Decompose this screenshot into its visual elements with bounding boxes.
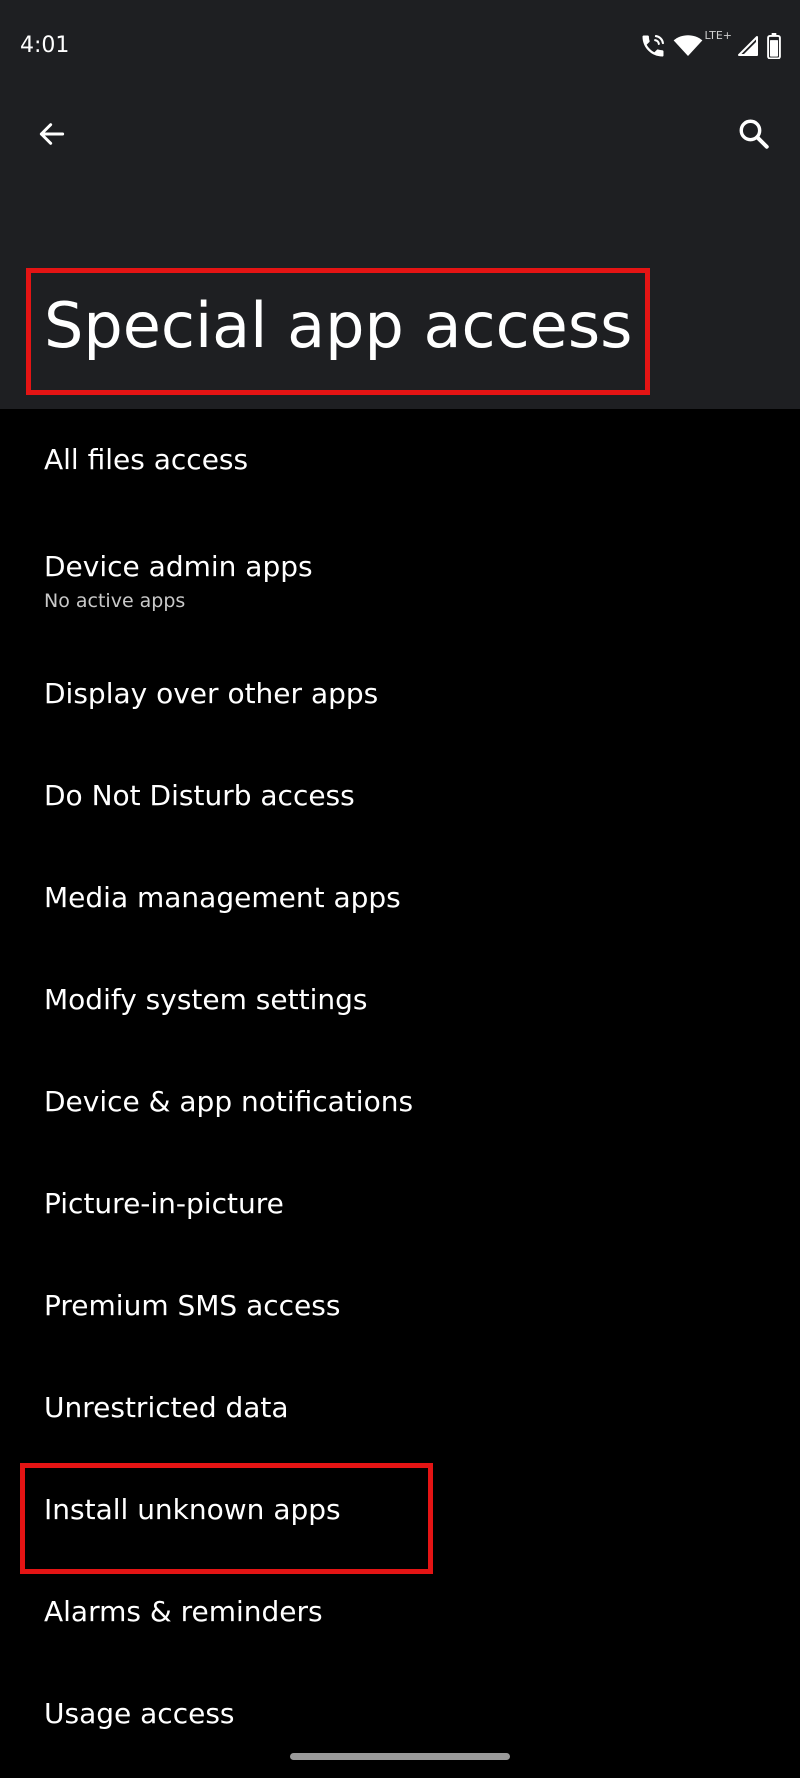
list-item-title: Alarms & reminders bbox=[44, 1595, 323, 1628]
list-item-title: Install unknown apps bbox=[44, 1493, 341, 1526]
list-item-media-management-apps[interactable]: Media management apps bbox=[0, 847, 800, 949]
list-item-title: Unrestricted data bbox=[44, 1391, 289, 1424]
battery-icon bbox=[767, 33, 781, 59]
list-item-title: Device & app notifications bbox=[44, 1085, 414, 1118]
wifi-calling-icon bbox=[642, 35, 664, 57]
list-item-title: All files access bbox=[44, 443, 249, 476]
list-item-unrestricted-data[interactable]: Unrestricted data bbox=[0, 1357, 800, 1459]
status-icons: LTE+ bbox=[633, 30, 783, 62]
gesture-nav-handle[interactable] bbox=[290, 1753, 510, 1760]
list-item-picture-in-picture[interactable]: Picture-in-picture bbox=[0, 1153, 800, 1255]
list-item-title: Device admin apps bbox=[44, 550, 313, 583]
list-item-display-over-other-apps[interactable]: Display over other apps bbox=[0, 643, 800, 745]
page-title: Special app access bbox=[44, 289, 633, 362]
list-item-premium-sms-access[interactable]: Premium SMS access bbox=[0, 1255, 800, 1357]
list-item-alarms-reminders[interactable]: Alarms & reminders bbox=[0, 1561, 800, 1663]
search-button[interactable] bbox=[726, 106, 782, 162]
network-type-label: LTE+ bbox=[704, 29, 733, 42]
list-item-title: Do Not Disturb access bbox=[44, 779, 355, 812]
list-item-title: Picture-in-picture bbox=[44, 1187, 284, 1220]
list-item-install-unknown-apps[interactable]: Install unknown apps bbox=[0, 1459, 800, 1561]
status-time: 4:01 bbox=[20, 33, 70, 58]
list-item-subtitle: No active apps bbox=[44, 590, 186, 612]
list-item-title: Media management apps bbox=[44, 881, 401, 914]
list-item-title: Display over other apps bbox=[44, 677, 379, 710]
header: 4:01 LTE+ Special app access bbox=[0, 0, 800, 409]
search-icon bbox=[739, 119, 769, 149]
list-item-title: Premium SMS access bbox=[44, 1289, 341, 1322]
back-button[interactable] bbox=[24, 106, 80, 162]
list-item-device-app-notifications[interactable]: Device & app notifications bbox=[0, 1051, 800, 1153]
list-item-title: Usage access bbox=[44, 1697, 235, 1730]
list-item-modify-system-settings[interactable]: Modify system settings bbox=[0, 949, 800, 1051]
list-item-do-not-disturb-access[interactable]: Do Not Disturb access bbox=[0, 745, 800, 847]
arrow-left-icon bbox=[39, 123, 65, 145]
list-item-all-files-access[interactable]: All files access bbox=[0, 409, 800, 511]
cell-signal-icon bbox=[738, 36, 758, 56]
list-item-usage-access[interactable]: Usage access bbox=[0, 1663, 800, 1765]
list-item-device-admin-apps[interactable]: Device admin apps No active apps bbox=[0, 511, 800, 643]
settings-list: All files access Device admin apps No ac… bbox=[0, 409, 800, 1765]
wifi-icon bbox=[673, 35, 702, 56]
list-item-title: Modify system settings bbox=[44, 983, 368, 1016]
